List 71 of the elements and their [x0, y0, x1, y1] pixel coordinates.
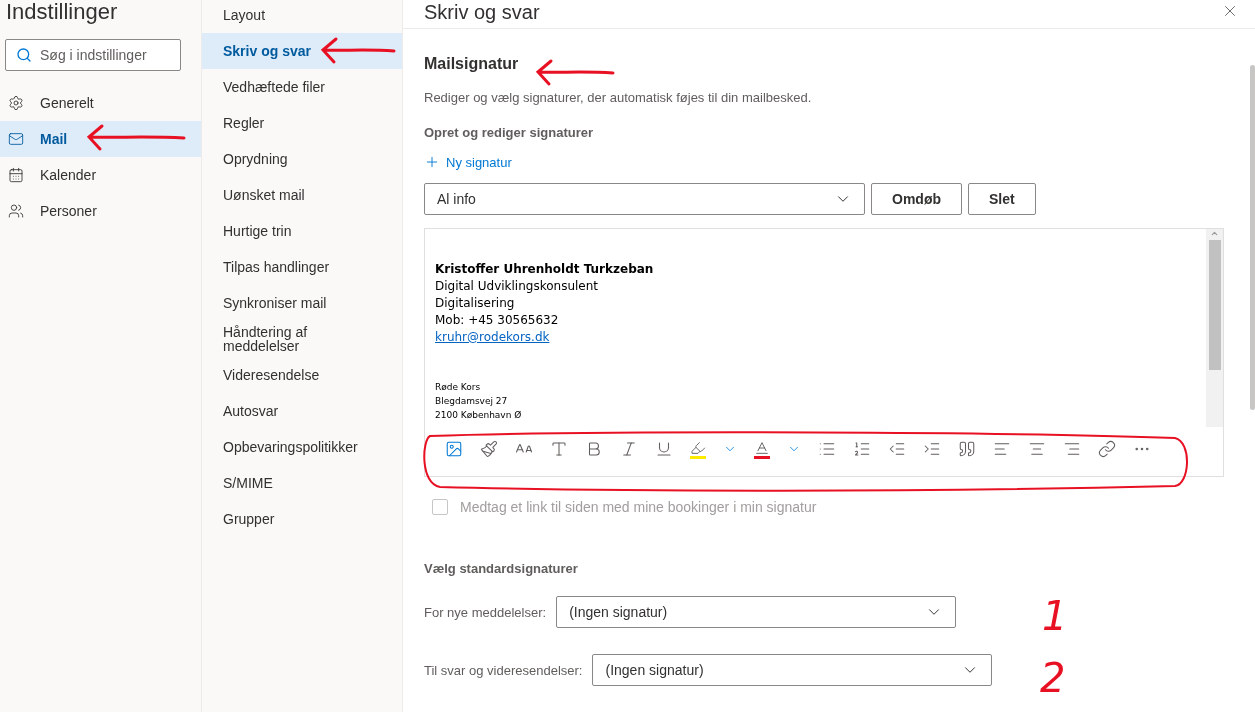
- submenu-item[interactable]: Vedhæftede filer: [202, 69, 402, 105]
- numbered-list-icon[interactable]: [853, 440, 871, 458]
- plus-icon: [424, 154, 440, 170]
- indent-icon[interactable]: [923, 440, 941, 458]
- submenu-item[interactable]: Grupper: [202, 501, 402, 537]
- action-button[interactable]: Omdøb: [871, 183, 962, 215]
- annotation-number: 2: [1040, 658, 1066, 698]
- signature-line: Mob: +45 30565632: [435, 312, 559, 329]
- submenu-item[interactable]: Regler: [202, 105, 402, 141]
- outdent-icon[interactable]: [888, 440, 906, 458]
- gear-icon: [8, 95, 24, 111]
- link-icon[interactable]: [1098, 440, 1116, 458]
- mail-icon: [8, 131, 24, 147]
- signature-select[interactable]: (Ingen signatur): [592, 654, 993, 686]
- nav-item[interactable]: Generelt: [0, 85, 201, 121]
- field-label: For nye meddelelser:: [424, 604, 547, 620]
- signature-select[interactable]: (Ingen signatur): [556, 596, 957, 628]
- editor-scrollbar[interactable]: [1206, 229, 1223, 427]
- nav-item[interactable]: Mail: [0, 121, 201, 157]
- bullet-list-icon[interactable]: [818, 440, 836, 458]
- submenu-item[interactable]: Tilpas handlinger: [202, 249, 402, 285]
- panel-title: Skriv og svar: [424, 0, 540, 24]
- highlight-icon[interactable]: [690, 439, 706, 459]
- defaults-heading: Vælg standardsignaturer: [424, 561, 579, 576]
- align-left-icon[interactable]: [993, 440, 1011, 458]
- submenu-item[interactable]: S/MIME: [202, 465, 402, 501]
- address-line: Røde Kors: [435, 381, 481, 394]
- scroll-up-icon[interactable]: [1210, 229, 1219, 238]
- submenu-item[interactable]: Oprydning: [202, 141, 402, 177]
- submenu-item[interactable]: Uønsket mail: [202, 177, 402, 213]
- signature-line: Digitalisering: [435, 295, 515, 312]
- signature-editor[interactable]: Kristoffer Uhrenholdt Turkzeban Digital Udviklingskonsulent Digitalisering Mob: +45 30565632 kruhr@rodekors.dk Røde Kors Blegdamsvej 27 2100 København Ø: [424, 228, 1224, 477]
- search-field[interactable]: Søg i indstillinger: [5, 39, 181, 71]
- submenu-item[interactable]: Autosvar: [202, 393, 402, 429]
- submenu-item[interactable]: Layout: [202, 0, 402, 33]
- field-label: Til svar og videresendelser:: [424, 662, 583, 678]
- checkbox-label: Medtag et link til siden med mine bookinger i min signatur: [460, 499, 817, 515]
- address-line: Blegdamsvej 27: [435, 395, 508, 408]
- submenu-item[interactable]: Hurtige trin: [202, 213, 402, 249]
- submenu-item[interactable]: Skriv og svar: [202, 33, 402, 69]
- submenu-item[interactable]: Håndtering af meddelelser: [202, 321, 402, 357]
- submenu-item[interactable]: Videresendelse: [202, 357, 402, 393]
- description: Rediger og vælg signaturer, der automatisk føjes til din mailbesked.: [424, 90, 813, 105]
- new-signature-button[interactable]: Ny signatur: [424, 154, 512, 170]
- italic-icon[interactable]: [620, 440, 638, 458]
- action-button[interactable]: Slet: [968, 183, 1036, 215]
- nav-item[interactable]: Kalender: [0, 157, 201, 193]
- subheading: Opret og rediger signaturer: [424, 125, 595, 140]
- signature-select[interactable]: Al info: [424, 183, 865, 215]
- section-title: Mailsignatur: [424, 55, 519, 73]
- quote-icon[interactable]: [958, 440, 976, 458]
- email-link[interactable]: kruhr@rodekors.dk: [435, 330, 550, 344]
- align-right-icon[interactable]: [1063, 440, 1081, 458]
- submenu-item[interactable]: Opbevaringspolitikker: [202, 429, 402, 465]
- calendar-icon: [8, 167, 24, 183]
- submenu-item[interactable]: Synkroniser mail: [202, 285, 402, 321]
- text-grow-icon[interactable]: [550, 440, 568, 458]
- signature-line: Digital Udviklingskonsulent: [435, 278, 598, 295]
- align-center-icon[interactable]: [1028, 440, 1046, 458]
- address-line: 2100 København Ø: [435, 409, 522, 422]
- people-icon: [8, 203, 24, 219]
- font-color-icon[interactable]: [754, 439, 770, 459]
- annotation-number: 1: [1042, 596, 1068, 636]
- search-icon: [16, 47, 32, 63]
- page-scrollbar[interactable]: [1250, 65, 1255, 410]
- paintbrush-icon[interactable]: [480, 440, 498, 458]
- underline-icon[interactable]: [655, 440, 673, 458]
- nav-item[interactable]: Personer: [0, 193, 201, 229]
- image-icon[interactable]: [445, 440, 463, 458]
- settings-title: Indstillinger: [5, 0, 119, 26]
- signature-name: Kristoffer Uhrenholdt Turkzeban: [435, 261, 654, 278]
